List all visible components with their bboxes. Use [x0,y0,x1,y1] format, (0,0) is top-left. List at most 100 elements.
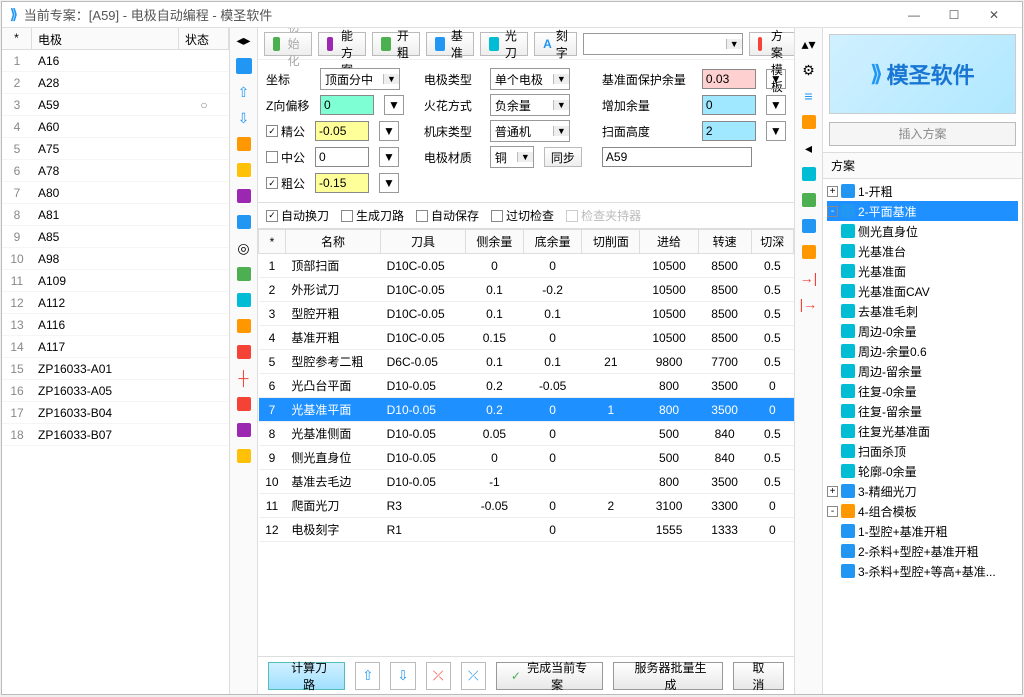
op-row[interactable]: 5型腔参考二粗D6C-0.050.10.121980077000.5 [259,350,794,374]
opt-overcut[interactable]: 过切检查 [491,207,554,224]
rs-collapse-icon[interactable]: ▴▾ [799,34,819,54]
tool1-icon[interactable] [234,134,254,154]
op-row[interactable]: 10基准去毛边D10-0.05-180035000.5 [259,470,794,494]
zoff-input[interactable] [320,95,374,115]
calc-button[interactable]: 计算刀路 [268,662,345,690]
tool9-icon[interactable]: ┼ [234,368,254,388]
tree-node[interactable]: 2-杀料+型腔+基准开粗 [827,541,1018,561]
cancel-button[interactable]: 取消 [733,662,784,690]
mid-check[interactable]: 中公 [266,149,305,166]
electrode-row[interactable]: 8A81 [2,204,229,226]
init-button[interactable]: 初始化 [264,32,312,56]
smart-button[interactable]: 智能方案 [318,32,366,56]
rs-copy-icon[interactable] [799,112,819,132]
tool10-icon[interactable] [234,394,254,414]
electrode-row[interactable]: 12A112 [2,292,229,314]
tree-node[interactable]: 往复光基准面 [827,421,1018,441]
fine-input[interactable] [315,121,369,141]
sync-button[interactable]: 同步 [544,147,582,167]
down-icon[interactable]: ⇩ [234,108,254,128]
batch-button[interactable]: 服务器批量生成 [613,662,722,690]
mat-combo[interactable]: 铜▼ [490,146,534,168]
mid-input[interactable] [315,147,369,167]
spark-combo[interactable]: 负余量▼ [490,94,570,116]
nav-up-button[interactable]: ⇧ [355,662,380,690]
tool4-icon[interactable] [234,212,254,232]
operations-grid[interactable]: * 名称 刀具 侧余量 底余量 切削面 进给 转速 切深 1顶部扫面D10C-0… [258,229,794,656]
op-row[interactable]: 11爬面光刀R3-0.0502310033000 [259,494,794,518]
electrode-row[interactable]: 11A109 [2,270,229,292]
collapse-icon[interactable]: ◂▸ [234,30,254,50]
tree-node[interactable]: 1-型腔+基准开粗 [827,521,1018,541]
saveas-button[interactable]: 另存方案模板 [749,32,794,56]
maximize-button[interactable]: ☐ [934,3,974,27]
add-input[interactable] [702,95,756,115]
tree-node[interactable]: 3-杀料+型腔+等高+基准... [827,561,1018,581]
up-icon[interactable]: ⇧ [234,82,254,102]
tool6-icon[interactable] [234,290,254,310]
tree-node[interactable]: 周边-余量0.6 [827,341,1018,361]
minimize-button[interactable]: ― [894,3,934,27]
tree-node[interactable]: 周边-留余量 [827,361,1018,381]
tree-node[interactable]: 光基准台 [827,241,1018,261]
rough-input[interactable] [315,173,369,193]
tree-node[interactable]: 侧光直身位 [827,221,1018,241]
tree-node[interactable]: 往复-0余量 [827,381,1018,401]
op-row[interactable]: 1顶部扫面D10C-0.05001050085000.5 [259,254,794,278]
rs-prev-icon[interactable]: ◂ [799,138,819,158]
electrode-row[interactable]: 7A80 [2,182,229,204]
mtype-combo[interactable]: 普通机▼ [490,120,570,142]
done-button[interactable]: ✓完成当前专案 [496,662,604,690]
op-row[interactable]: 9侧光直身位D10-0.05005008400.5 [259,446,794,470]
op-row[interactable]: 12电极刻字R10155513330 [259,518,794,542]
opt-auto-tool[interactable]: ✓自动换刀 [266,207,329,224]
electrode-row[interactable]: 3A59○ [2,94,229,116]
close-button[interactable]: ✕ [974,3,1014,27]
tree-node[interactable]: -4-组合模板 [827,501,1018,521]
carve-button[interactable]: A刻字 [534,32,577,56]
rough-check[interactable]: ✓粗公 [266,175,305,192]
tool12-icon[interactable] [234,446,254,466]
insert-scheme-button[interactable]: 插入方案 [829,122,1016,146]
tool7-icon[interactable] [234,316,254,336]
tree-node[interactable]: 扫面杀顶 [827,441,1018,461]
tree-node[interactable]: -2-平面基准 [827,201,1018,221]
rs-i2-icon[interactable] [799,190,819,210]
rough-button[interactable]: 开粗 [372,32,420,56]
op-row[interactable]: 6光凸台平面D10-0.050.2-0.0580035000 [259,374,794,398]
electrode-row[interactable]: 4A60 [2,116,229,138]
tool3-icon[interactable] [234,186,254,206]
electrode-row[interactable]: 2A28 [2,72,229,94]
rs-list-icon[interactable]: ≡ [799,86,819,106]
nav-down-button[interactable]: ⇩ [390,662,415,690]
op-row[interactable]: 7光基准平面D10-0.050.20180035000 [259,398,794,422]
rs-i3-icon[interactable] [799,216,819,236]
rs-i5-icon[interactable]: →| [799,268,819,288]
project-input[interactable] [602,147,752,167]
tool2-icon[interactable] [234,160,254,180]
electrode-row[interactable]: 17ZP16033-B04 [2,402,229,424]
electrode-row[interactable]: 1A16 [2,50,229,72]
tree-node[interactable]: +3-精细光刀 [827,481,1018,501]
electrode-row[interactable]: 9A85 [2,226,229,248]
tree-node[interactable]: 光基准面 [827,261,1018,281]
base-button[interactable]: 基准 [426,32,474,56]
tool11-icon[interactable] [234,420,254,440]
electrode-row[interactable]: 10A98 [2,248,229,270]
nav-x1-button[interactable]: ⤫ [426,662,451,690]
electrode-row[interactable]: 13A116 [2,314,229,336]
nav-x2-button[interactable]: ⤫ [461,662,486,690]
etype-combo[interactable]: 单个电极▼ [490,68,570,90]
tree-node[interactable]: 往复-留余量 [827,401,1018,421]
scheme-tree[interactable]: +1-开粗-2-平面基准侧光直身位光基准台光基准面光基准面CAV去基准毛刺周边-… [823,179,1022,694]
tree-node[interactable]: 周边-0余量 [827,321,1018,341]
opt-autosave[interactable]: 自动保存 [416,207,479,224]
tree-node[interactable]: 轮廓-0余量 [827,461,1018,481]
electrode-row[interactable]: 5A75 [2,138,229,160]
tree-node[interactable]: 去基准毛刺 [827,301,1018,321]
light-button[interactable]: 光刀 [480,32,528,56]
fine-check[interactable]: ✓精公 [266,123,305,140]
op-row[interactable]: 4基准开粗D10C-0.050.1501050085000.5 [259,326,794,350]
op-row[interactable]: 2外形试刀D10C-0.050.1-0.21050085000.5 [259,278,794,302]
rs-i4-icon[interactable] [799,242,819,262]
